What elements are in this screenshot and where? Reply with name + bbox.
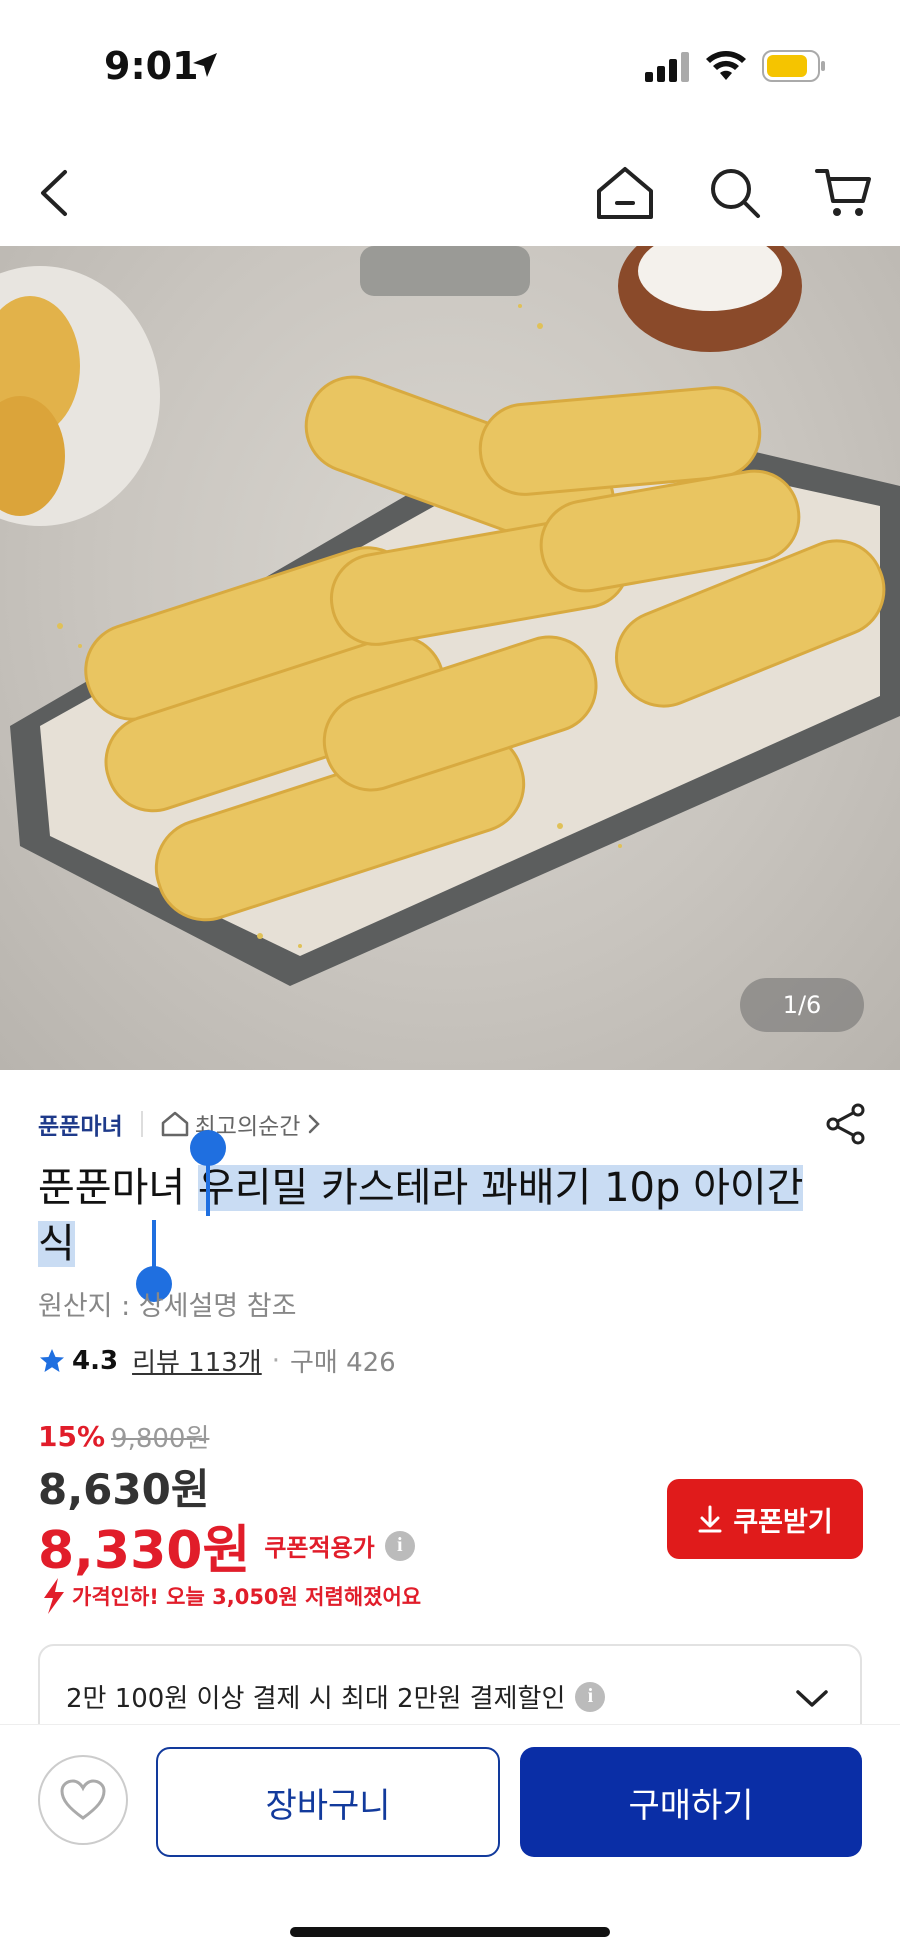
separator-dot: · [271,1345,280,1376]
add-to-cart-button[interactable]: 장바구니 [156,1747,500,1857]
price-drop-notice: 가격인하! 오늘 3,050원 저렴해졌어요 [38,1576,421,1616]
discount-row: 15% 9,800원 [38,1418,209,1455]
brand-link[interactable]: 푼푼마녀 [38,1107,123,1141]
product-photo [0,246,900,986]
status-bar: 9:01 [0,0,900,130]
store-home-icon [161,1111,188,1137]
original-price: 9,800원 [111,1424,210,1454]
rating-row: 4.3 리뷰 113개 · 구매 426 [38,1342,396,1379]
product-detail-page: 9:01 1/6 푼푼마녀 최고의순간 푼푼마녀 우리밀 카스테라 꽈배기 10… [0,0,900,1951]
bottom-action-bar: 장바구니 구매하기 [0,1724,900,1951]
coupon-price: 8,330원 [38,1521,251,1581]
coupon-button-label: 쿠폰받기 [733,1506,833,1538]
store-link[interactable]: 최고의순간 [161,1107,329,1141]
search-icon [711,169,760,218]
info-icon[interactable]: i [384,1530,415,1561]
wifi-icon [706,51,746,80]
origin-info: 원산지 : 상세설명 참조 [38,1291,297,1322]
discount-rate: 15% [38,1420,106,1453]
wishlist-button[interactable] [38,1755,128,1845]
cart-button[interactable] [808,158,878,228]
coupon-applicable-label: 쿠폰적용가 [264,1534,375,1562]
home-icon [597,167,653,219]
price-drop-text: 가격인하! 오늘 3,050원 저렴해졌어요 [72,1585,422,1609]
cart-icon [815,169,871,216]
star-icon [40,1348,64,1372]
cellular-signal-icon [645,52,689,82]
chevron-right-icon [309,1114,321,1134]
lightning-down-icon [44,1578,64,1614]
battery-icon [762,50,825,82]
benefit-text: 2만 100원 이상 결제 시 최대 2만원 결제할인 [66,1684,566,1714]
location-arrow-icon [193,53,217,77]
back-button[interactable] [20,158,90,228]
share-icon [826,1103,865,1145]
coupon-price-row: 8,330원 쿠폰적용가 i [38,1508,415,1583]
top-navigation [0,140,900,246]
chevron-left-icon [41,170,67,216]
heart-icon [60,1779,106,1820]
rating-score: 4.3 [72,1345,119,1376]
search-button[interactable] [700,158,770,228]
brand-row: 푼푼마녀 최고의순간 [38,1102,868,1146]
share-button[interactable] [824,1102,868,1150]
home-button[interactable] [590,158,660,228]
coupon-download-button[interactable]: 쿠폰받기 [667,1479,863,1559]
download-icon [698,1505,722,1533]
purchase-count: 구매 426 [289,1348,396,1378]
product-image[interactable]: 1/6 [0,246,900,1070]
home-indicator [290,1927,610,1937]
benefit-text-row: 2만 100원 이상 결제 시 최대 2만원 결제할인 i [66,1678,606,1715]
review-link[interactable]: 리뷰 113개 [132,1342,262,1379]
buy-now-button[interactable]: 구매하기 [520,1747,862,1857]
divider [140,1111,143,1137]
benefit-info-icon[interactable]: i [575,1681,606,1712]
chevron-down-icon [796,1690,828,1707]
title-brand: 푼푼마녀 [38,1165,186,1211]
image-counter-badge: 1/6 [740,978,864,1032]
selection-handle-start[interactable] [190,1130,226,1166]
status-time: 9:01 [104,44,199,88]
